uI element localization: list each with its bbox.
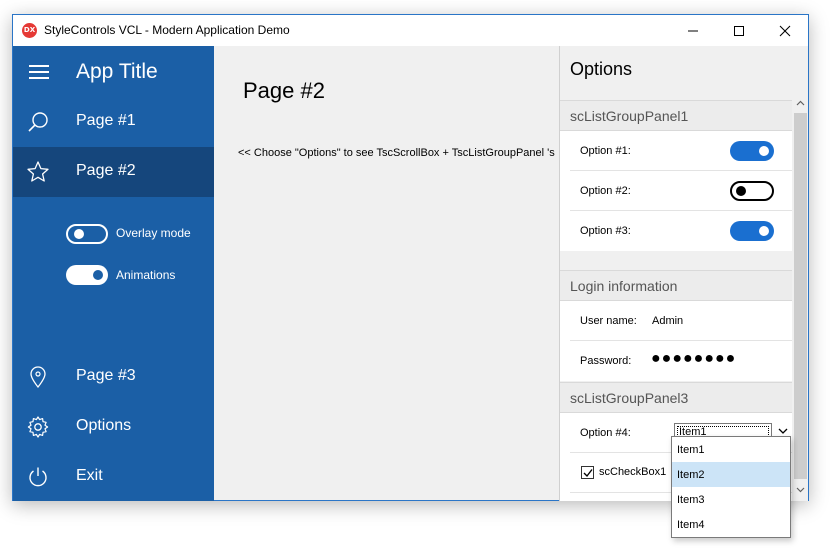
group-header-3[interactable]: scListGroupPanel3	[560, 382, 792, 413]
checkmark-icon	[583, 469, 593, 478]
username-label: User name:	[580, 315, 637, 327]
sidebar-item-page-2[interactable]: Page #2	[13, 147, 214, 197]
star-icon	[27, 161, 49, 182]
chevron-up-icon[interactable]	[796, 100, 805, 106]
overlay-mode-label: Overlay mode	[116, 226, 191, 240]
dropdown-item[interactable]: Item3	[672, 487, 790, 512]
options-panel: Options scListGroupPanel1 Option #1: Opt…	[559, 46, 808, 501]
option-1-toggle[interactable]	[730, 141, 774, 161]
username-field[interactable]: Admin	[652, 315, 683, 327]
group-header-label: scListGroupPanel3	[570, 390, 689, 406]
options-scrollbar[interactable]	[792, 95, 808, 501]
checkbox-label: scCheckBox1	[599, 466, 667, 478]
dropdown-item-highlighted[interactable]: Item2	[672, 462, 790, 487]
password-field[interactable]: ●●●●●●●●	[651, 350, 736, 368]
sidebar-item-options[interactable]: Options	[13, 402, 214, 452]
sidebar-item-label: Page #1	[76, 112, 136, 129]
hamburger-menu-icon[interactable]	[29, 65, 49, 79]
username-row: User name: Admin	[560, 301, 792, 341]
app-logo-icon: DX	[22, 23, 37, 38]
group-header-label: scListGroupPanel1	[570, 108, 689, 124]
maximize-icon	[734, 26, 744, 36]
overlay-mode-toggle[interactable]	[66, 224, 108, 244]
option-label: Option #1:	[580, 145, 631, 157]
option-label: Option #2:	[580, 185, 631, 197]
dropdown-item[interactable]: Item4	[672, 512, 790, 537]
animations-toggle[interactable]	[66, 265, 108, 285]
password-label: Password:	[580, 355, 632, 367]
close-icon	[779, 25, 791, 37]
password-row: Password: ●●●●●●●●	[560, 341, 792, 381]
group-body-1: Option #1: Option #2: Option #3:	[560, 131, 792, 251]
sidebar-item-page-3[interactable]: Page #3	[13, 352, 214, 402]
gear-icon	[27, 416, 49, 438]
group-header-label: Login information	[570, 278, 678, 294]
location-pin-icon	[30, 366, 46, 389]
power-icon	[29, 467, 47, 487]
sccheckbox1-checkbox[interactable]	[581, 466, 594, 479]
sidebar-item-exit[interactable]: Exit	[13, 452, 214, 502]
title-bar: DX StyleControls VCL - Modern Applicatio…	[13, 15, 808, 46]
options-title: Options	[570, 59, 633, 79]
combobox-dropdown-list: Item1 Item2 Item3 Item4	[671, 436, 791, 538]
maximize-button[interactable]	[716, 15, 762, 46]
hint-text: << Choose "Options" to see TscScrollBox …	[238, 147, 555, 159]
minimize-icon	[688, 30, 698, 32]
sidebar-item-page-1[interactable]: Page #1	[13, 97, 214, 147]
scrollbar-thumb[interactable]	[794, 113, 807, 479]
app-window: DX StyleControls VCL - Modern Applicatio…	[12, 14, 809, 501]
window-title: StyleControls VCL - Modern Application D…	[44, 23, 290, 37]
sidebar-item-label: Page #3	[76, 367, 136, 384]
group-header-1[interactable]: scListGroupPanel1	[560, 100, 792, 131]
option-2-toggle[interactable]	[730, 181, 774, 201]
option-label: Option #3:	[580, 225, 631, 237]
chevron-down-icon[interactable]	[796, 487, 805, 493]
sidebar-item-label: Exit	[76, 467, 103, 484]
sidebar-item-label: Options	[76, 417, 132, 434]
group-body-2: User name: Admin Password: ●●●●●●●●	[560, 301, 792, 381]
group-header-2[interactable]: Login information	[560, 270, 792, 301]
sidebar: App Title Page #1 Page #2 Overlay mode A…	[13, 46, 214, 501]
dropdown-item[interactable]: Item1	[672, 437, 790, 462]
close-button[interactable]	[762, 15, 808, 46]
minimize-button[interactable]	[670, 15, 716, 46]
animations-label: Animations	[116, 268, 176, 282]
option-3-toggle[interactable]	[730, 221, 774, 241]
chevron-down-icon[interactable]	[778, 427, 788, 435]
search-icon	[28, 112, 48, 132]
option-row-2: Option #2:	[560, 171, 792, 211]
sidebar-item-label: Page #2	[76, 162, 136, 179]
option-row-1: Option #1:	[560, 131, 792, 171]
option-label: Option #4:	[580, 427, 631, 439]
app-title: App Title	[76, 60, 158, 83]
option-row-3: Option #3:	[560, 211, 792, 251]
page-title: Page #2	[243, 78, 325, 103]
